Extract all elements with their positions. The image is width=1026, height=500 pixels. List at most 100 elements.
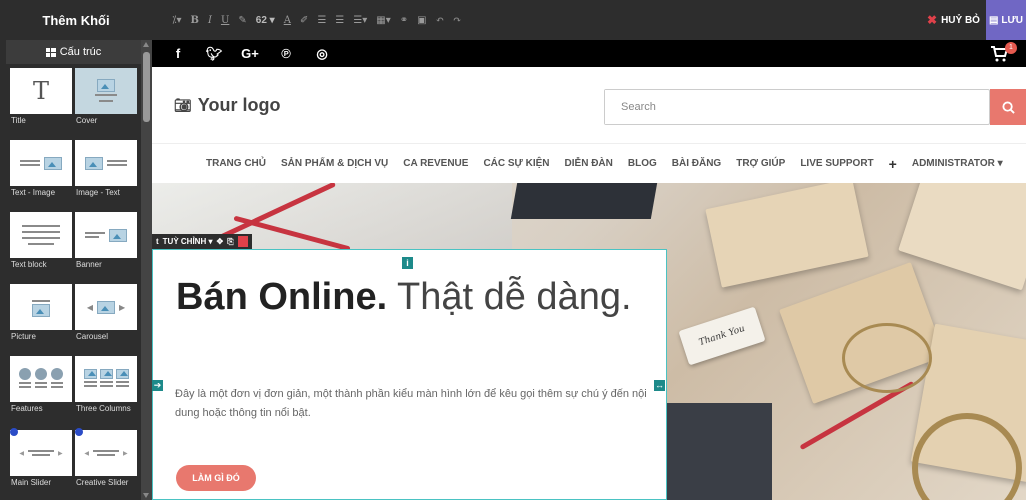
undo-icon[interactable]: ↶ <box>436 15 444 26</box>
move-icon[interactable]: ✥ <box>216 237 223 246</box>
block-main-slider[interactable]: ◀ ▶ Main Slider <box>10 428 72 492</box>
highlight-icon[interactable]: ✐ <box>300 15 308 26</box>
block-toolbar: t TUỲ CHỈNH ▾ ✥ ⎘ <box>152 234 252 249</box>
block-picture[interactable]: Picture <box>10 284 72 346</box>
image-text-block-thumbnail <box>75 140 137 186</box>
nav-user-menu[interactable]: ADMINISTRATOR ▾ <box>912 158 1003 169</box>
customize-button[interactable]: TUỲ CHỈNH ▾ <box>163 237 213 246</box>
align-icon[interactable]: ☰▾ <box>353 15 367 26</box>
instagram-icon[interactable]: ◎ <box>312 46 332 62</box>
nav-item-home[interactable]: TRANG CHỦ <box>206 158 266 169</box>
camera-icon: 📷︎ <box>174 97 192 113</box>
save-button[interactable]: ▤ LƯU <box>986 0 1026 40</box>
block-image-text[interactable]: Image - Text <box>75 140 137 202</box>
caret-down-icon: ▾ <box>997 158 1003 169</box>
search-icon <box>1001 100 1015 114</box>
nav-item-live-support[interactable]: LIVE SUPPORT <box>800 158 873 169</box>
text-block-thumbnail <box>10 212 72 258</box>
block-cover[interactable]: Cover <box>75 68 137 130</box>
save-label: LƯU <box>1001 14 1024 26</box>
block-features[interactable]: Features <box>10 356 72 418</box>
hero-title-bold: Bán Online. <box>176 276 388 318</box>
section-label: Cấu trúc <box>59 46 102 58</box>
resize-right-icon[interactable]: ↔ <box>654 380 665 391</box>
block-label: Text - Image <box>11 188 56 197</box>
customize-label: TUỲ CHỈNH <box>162 237 207 246</box>
scrollbar-thumb[interactable] <box>143 52 150 122</box>
block-text-image[interactable]: Text - Image <box>10 140 72 202</box>
delete-icon[interactable] <box>237 236 248 247</box>
facebook-icon[interactable]: f <box>168 46 188 61</box>
nav-item-events[interactable]: CÁC SỰ KIỆN <box>483 158 549 169</box>
block-three-columns[interactable]: Three Columns <box>75 356 137 418</box>
scroll-down-arrow-icon[interactable] <box>143 493 149 498</box>
nav-item-products[interactable]: SẢN PHẨM & DỊCH VỤ <box>281 158 388 169</box>
site-logo[interactable]: 📷︎ Your logo <box>174 95 280 116</box>
underline-button[interactable]: U <box>221 15 229 26</box>
title-block-thumbnail: T <box>10 68 72 114</box>
google-plus-icon[interactable]: G+ <box>240 46 260 61</box>
redo-icon[interactable]: ↷ <box>453 15 461 26</box>
cancel-label: HUỶ BỎ <box>941 14 980 26</box>
block-title[interactable]: T Title <box>10 68 72 130</box>
creative-slider-block-thumbnail: ◀ ▶ <box>75 430 137 476</box>
nav-item-help[interactable]: TRỢ GIÚP <box>736 158 785 169</box>
pinterest-icon[interactable]: ℗ <box>276 46 296 61</box>
unordered-list-icon[interactable]: ☰ <box>335 15 344 26</box>
banner-block-thumbnail <box>75 212 137 258</box>
block-label: Text block <box>11 260 47 269</box>
text-style-icon[interactable]: ⁒▾ <box>172 15 182 26</box>
main-slider-block-thumbnail: ◀ ▶ <box>10 430 72 476</box>
thank-you-tag: Thank You <box>678 306 766 366</box>
search-input[interactable] <box>605 90 945 124</box>
block-carousel[interactable]: ◀ ▶ Carousel <box>75 284 137 346</box>
block-creative-slider[interactable]: ◀ ▶ Creative Slider <box>75 428 137 492</box>
block-label: Main Slider <box>11 478 52 487</box>
user-menu-label: ADMINISTRATOR <box>911 158 995 169</box>
nav-add-button[interactable]: + <box>889 156 897 172</box>
font-size-select[interactable]: 62 ▾ <box>256 15 275 26</box>
resize-left-icon[interactable]: ➔ <box>152 380 163 391</box>
block-banner[interactable]: Banner <box>75 212 137 274</box>
font-size-value: 62 <box>255 14 267 26</box>
laptop-image <box>652 403 772 500</box>
cart-icon[interactable]: 1 <box>990 42 1017 64</box>
panel-scrollbar[interactable] <box>141 40 152 500</box>
nav-item-blog[interactable]: BLOG <box>628 158 657 169</box>
text-image-block-thumbnail <box>10 140 72 186</box>
block-text-block[interactable]: Text block <box>10 212 72 274</box>
clear-format-icon[interactable]: ✎ <box>238 15 246 26</box>
hero-title[interactable]: Bán Online. Thật dễ dàng. <box>176 273 636 321</box>
twitter-icon[interactable]: 🐦︎ <box>204 46 224 62</box>
site-header: 📷︎ Your logo <box>152 67 1026 143</box>
nav-item-ca-revenue[interactable]: CA REVENUE <box>403 158 468 169</box>
nav-item-forum[interactable]: DIỄN ĐÀN <box>565 158 613 169</box>
scroll-up-arrow-icon[interactable] <box>143 42 149 47</box>
text-color-icon[interactable]: A <box>284 15 291 26</box>
cancel-button[interactable]: ✖ HUỶ BỎ <box>927 10 980 30</box>
hero-description[interactable]: Đây là một đơn vị đơn giản, một thành ph… <box>175 385 655 423</box>
gift-package <box>898 183 1026 291</box>
link-icon[interactable]: ⚭ <box>400 15 408 26</box>
editor-toolbar: ⁒▾ B I U ✎ 62 ▾ A ✐ ☰ ☰ ☰▾ ▦▾ ⚭ ▣ ↶ ↷ ✖ … <box>152 0 1026 40</box>
hero-cta-button[interactable]: LÀM GÌ ĐÓ <box>176 465 256 491</box>
block-label: Features <box>11 404 43 413</box>
search-button[interactable] <box>990 89 1026 125</box>
grid-icon <box>45 47 56 57</box>
bold-button[interactable]: B <box>191 15 199 26</box>
image-icon[interactable]: ▣ <box>417 15 426 26</box>
italic-button[interactable]: I <box>208 15 212 26</box>
twine <box>842 323 932 393</box>
table-icon[interactable]: ▦▾ <box>376 15 390 26</box>
ordered-list-icon[interactable]: ☰ <box>317 15 326 26</box>
nav-item-posts[interactable]: BÀI ĐĂNG <box>672 158 721 169</box>
section-structure[interactable]: Cấu trúc <box>6 40 141 64</box>
copy-icon[interactable]: ⎘ <box>227 237 233 247</box>
logo-text: Your logo <box>197 95 281 115</box>
gift-package <box>705 183 869 288</box>
blue-dot-icon <box>10 428 18 436</box>
search-box <box>604 89 990 125</box>
text-tool-icon[interactable]: t <box>156 237 159 246</box>
hero-title-light: Thật dễ dàng. <box>397 276 632 318</box>
info-icon[interactable]: i <box>402 257 413 269</box>
